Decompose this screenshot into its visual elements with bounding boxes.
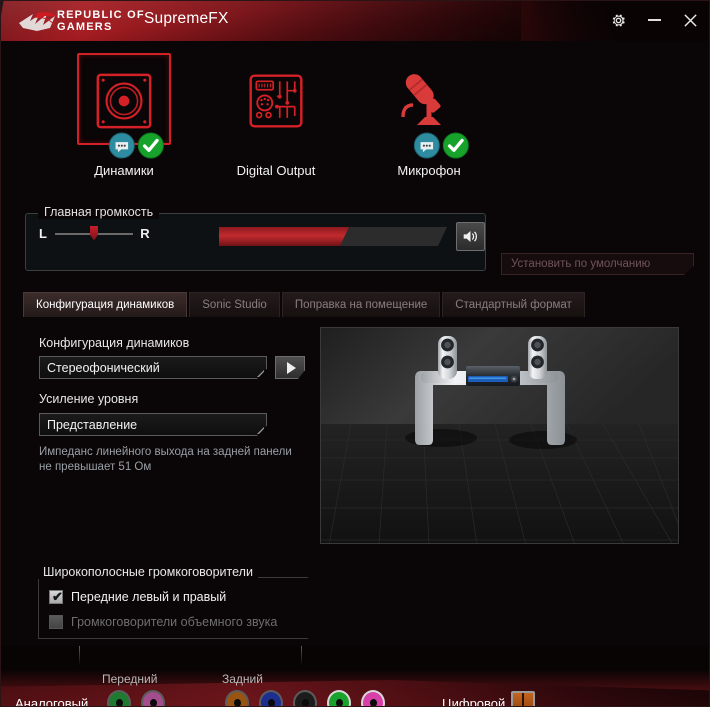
close-button[interactable] (679, 9, 701, 31)
minimize-button[interactable] (643, 9, 665, 31)
speaker-room-3d-scene (321, 328, 678, 543)
checkbox-surround-speakers[interactable]: Громкоговорители объемного звука (49, 615, 277, 629)
spdif-board-icon (249, 74, 303, 128)
footer-divider-mid (301, 646, 302, 666)
rog-wordmark-line2: GAMERS (57, 21, 113, 33)
rog-wordmark: REPUBLIC OF GAMERS (57, 9, 145, 33)
test-speakers-button[interactable] (275, 356, 305, 379)
device-digital-output[interactable]: Digital Output (201, 49, 351, 189)
footer-divider-left (79, 646, 80, 666)
device-mic-iconbox (379, 53, 479, 159)
balance-left-label: L (39, 226, 47, 241)
balance-track[interactable] (55, 225, 133, 241)
impedance-hint-line2: не превышает 51 Ом (39, 461, 152, 473)
tab-sonic-studio[interactable]: Sonic Studio (189, 292, 280, 317)
check-badge-icon (137, 132, 164, 159)
jack-panel-footer: Передний Задний Аналоговый Цифровой (1, 646, 709, 706)
balance-slider[interactable]: L R (38, 225, 150, 241)
jack-hole (301, 699, 309, 706)
tab-speaker-configuration[interactable]: Конфигурация динамиков (23, 292, 188, 317)
device-digital-label: Digital Output (236, 163, 316, 178)
check-icon: ✔ (52, 589, 63, 604)
app-title: SupremeFX (144, 10, 229, 27)
checkbox-surround-speakers-label: Громкоговорители объемного звука (71, 615, 278, 629)
device-selector: Динамики Digital Output Микрофон (1, 41, 709, 191)
supremefx-window: REPUBLIC OF GAMERS SupremeFX Динамики Di… (0, 0, 710, 707)
jack-hole (267, 699, 275, 706)
rog-logo-icon (19, 12, 59, 31)
analog-label: Аналоговый (15, 696, 89, 706)
tab-default-format[interactable]: Стандартный формат (442, 292, 585, 317)
title-bar: REPUBLIC OF GAMERS SupremeFX (1, 1, 709, 41)
front-group-label: Передний (102, 672, 158, 686)
speaker-config-value: Стереофонический (47, 360, 160, 375)
full-range-title: Широкополосные громкоговорители (38, 565, 258, 579)
checkbox-front-left-right-label: Передние левый и правый (71, 590, 227, 604)
chat-bubble-icon[interactable] (413, 132, 440, 159)
jack-hole (335, 699, 343, 706)
device-speakers-badges (108, 132, 164, 159)
gain-label: Усиление уровня (39, 392, 139, 406)
master-volume-panel: Главная громкость L R (25, 205, 486, 271)
checkbox-front-left-right[interactable]: ✔ Передние левый и правый (49, 590, 226, 604)
tab-bar: Конфигурация динамиков Sonic Studio Попр… (23, 292, 585, 317)
digital-label: Цифровой (442, 696, 506, 706)
play-icon (287, 362, 296, 374)
chat-bubble-icon[interactable] (108, 132, 135, 159)
rog-wordmark-line1: REPUBLIC OF (57, 9, 145, 21)
gear-icon (612, 13, 625, 27)
mute-toggle-button[interactable] (456, 222, 485, 251)
jack-hole (233, 699, 241, 706)
device-mic-badges (413, 132, 469, 159)
settings-button[interactable] (607, 9, 629, 31)
window-controls (607, 9, 701, 31)
device-speakers-label: Динамики (94, 163, 154, 178)
gain-dropdown[interactable]: Представление (39, 413, 267, 436)
device-mic-label: Микрофон (397, 163, 461, 178)
check-badge-icon (442, 132, 469, 159)
chevron-down-icon (257, 427, 264, 434)
checkbox-surround-speakers-box (49, 615, 63, 629)
full-range-panel (38, 577, 308, 639)
jack-hole (369, 699, 377, 706)
set-default-button[interactable]: Установить по умолчанию (501, 253, 694, 275)
impedance-hint: Импеданс линейного выхода на задней пане… (39, 445, 309, 475)
speaker-layout-preview (320, 327, 679, 544)
device-digital-iconbox (226, 53, 326, 149)
speaker-config-dropdown[interactable]: Стереофонический (39, 356, 267, 379)
checkbox-front-left-right-box[interactable]: ✔ (49, 590, 63, 604)
jack-hole (149, 699, 157, 706)
volume-meter-fill (219, 227, 349, 246)
balance-handle[interactable] (90, 225, 98, 241)
jack-hole (115, 699, 123, 706)
close-icon (683, 13, 697, 27)
balance-right-label: R (140, 226, 150, 241)
impedance-hint-line1: Импеданс линейного выхода на задней пане… (39, 446, 292, 458)
chevron-down-icon (257, 370, 264, 377)
digital-spdif-port[interactable] (511, 691, 535, 706)
tab-room-correction[interactable]: Поправка на помещение (281, 292, 441, 317)
rear-group-label: Задний (222, 672, 263, 686)
device-speakers-iconbox (74, 53, 174, 159)
master-volume-title: Главная громкость (38, 205, 160, 219)
volume-meter[interactable] (219, 227, 447, 246)
device-speakers[interactable]: Динамики (49, 49, 199, 189)
speaker-volume-icon (463, 230, 477, 243)
microphone-icon (401, 74, 441, 125)
gain-value: Представление (47, 417, 138, 432)
device-microphone[interactable]: Микрофон (354, 49, 504, 189)
speaker-config-label: Конфигурация динамиков (39, 336, 190, 350)
minimize-icon (647, 19, 661, 21)
